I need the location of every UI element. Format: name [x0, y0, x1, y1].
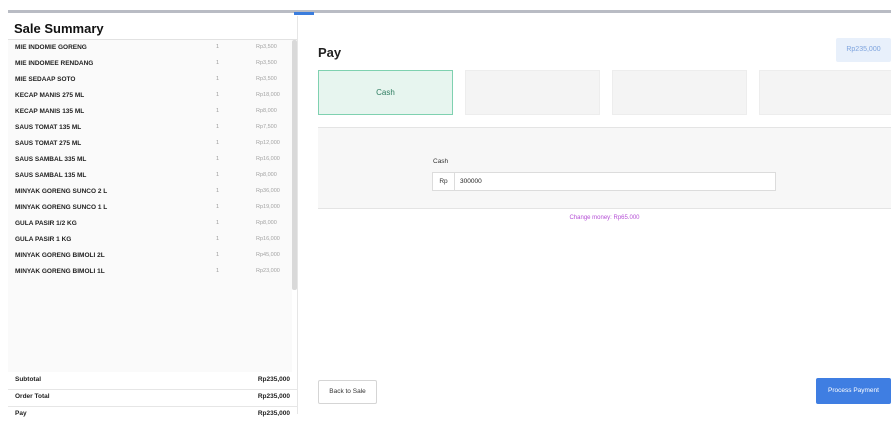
- amount-due-badge: Rp235,000: [836, 38, 891, 62]
- cash-amount-input[interactable]: Rp 300000: [432, 172, 776, 191]
- item-quantity: 1: [216, 252, 220, 258]
- item-price: Rp3,500: [256, 60, 277, 66]
- payment-method-option[interactable]: [759, 70, 891, 115]
- item-quantity: 1: [216, 92, 220, 98]
- sale-item-row[interactable]: KECAP MANIS 135 ML 1 Rp8,000: [8, 104, 292, 120]
- order-total-row: Order Total Rp235,000: [15, 393, 290, 407]
- item-name: SAUS TOMAT 275 ML: [15, 140, 82, 147]
- item-name: SAUS TOMAT 135 ML: [15, 124, 82, 131]
- payment-method-label: Cash: [376, 88, 395, 97]
- sale-item-row[interactable]: MIE SEDAAP SOTO 1 Rp3,500: [8, 72, 292, 88]
- cash-payment-form: Cash Rp 300000 Change money: Rp65.000: [318, 127, 891, 229]
- item-quantity: 1: [216, 108, 220, 114]
- item-price: Rp36,000: [256, 188, 280, 194]
- item-name: MINYAK GORENG SUNCO 2 L: [15, 188, 108, 195]
- item-price: Rp45,000: [256, 252, 280, 258]
- currency-prefix: Rp: [433, 173, 455, 190]
- item-name: SAUS SAMBAL 135 ML: [15, 172, 87, 179]
- sale-item-row[interactable]: KECAP MANIS 275 ML 1 Rp18,000: [8, 88, 292, 104]
- sale-item-row[interactable]: SAUS SAMBAL 135 ML 1 Rp8,000: [8, 168, 292, 184]
- item-price: Rp3,500: [256, 44, 277, 50]
- top-scroll-track: [8, 10, 891, 13]
- back-to-sale-button[interactable]: Back to Sale: [318, 380, 377, 404]
- item-price: Rp23,000: [256, 268, 280, 274]
- sale-item-row[interactable]: SAUS TOMAT 275 ML 1 Rp12,000: [8, 136, 292, 152]
- subtotal-row: Subtotal Rp235,000: [15, 376, 290, 390]
- item-price: Rp3,500: [256, 76, 277, 82]
- item-quantity: 1: [216, 236, 220, 242]
- items-scrollbar[interactable]: [292, 40, 297, 290]
- divider: [8, 389, 297, 390]
- pay-title: Pay: [318, 45, 342, 60]
- item-quantity: 1: [216, 268, 220, 274]
- item-name: KECAP MANIS 135 ML: [15, 108, 85, 115]
- divider: [8, 406, 297, 407]
- top-bar: [0, 0, 891, 16]
- sale-item-row[interactable]: GULA PASIR 1/2 KG 1 Rp8,000: [8, 216, 292, 232]
- subtotal-value: Rp235,000: [257, 376, 290, 383]
- item-name: GULA PASIR 1/2 KG: [15, 220, 77, 227]
- process-payment-button[interactable]: Process Payment: [816, 378, 891, 404]
- sale-item-row[interactable]: MIE INDOMEE RENDANG 1 Rp3,500: [8, 56, 292, 72]
- top-tab-indicator: [294, 12, 314, 15]
- item-name: MIE INDOMEE RENDANG: [15, 60, 94, 67]
- payment-method-option[interactable]: [465, 70, 600, 115]
- item-price: Rp18,000: [256, 92, 280, 98]
- sale-item-row[interactable]: SAUS TOMAT 135 ML 1 Rp7,500: [8, 120, 292, 136]
- sale-item-row[interactable]: MINYAK GORENG SUNCO 2 L 1 Rp36,000: [8, 184, 292, 200]
- change-money-text: Change money: Rp65.000: [569, 215, 640, 221]
- sale-summary-panel: Sale Summary MIE INDOMIE GORENG 1 Rp3,500 M…: [8, 16, 298, 417]
- item-quantity: 1: [216, 172, 220, 178]
- item-quantity: 1: [216, 188, 220, 194]
- item-name: MINYAK GORENG SUNCO 1 L: [15, 204, 108, 211]
- cash-amount-value[interactable]: 300000: [460, 173, 482, 190]
- item-quantity: 1: [216, 124, 220, 130]
- item-name: MIE INDOMIE GORENG: [15, 44, 87, 51]
- payment-method-cash[interactable]: Cash: [318, 70, 453, 115]
- payment-method-option[interactable]: [612, 70, 747, 115]
- item-quantity: 1: [216, 76, 220, 82]
- sale-item-row[interactable]: MINYAK GORENG BIMOLI 2L 1 Rp45,000: [8, 248, 292, 264]
- sale-item-row[interactable]: MINYAK GORENG SUNCO 1 L 1 Rp19,000: [8, 200, 292, 216]
- item-name: MINYAK GORENG BIMOLI 1L: [15, 268, 105, 275]
- item-name: MIE SEDAAP SOTO: [15, 76, 76, 83]
- sale-item-row[interactable]: MINYAK GORENG BIMOLI 1L 1 Rp23,000: [8, 264, 292, 280]
- item-price: Rp19,000: [256, 204, 280, 210]
- order-total-value: Rp235,000: [257, 393, 290, 400]
- sale-item-row[interactable]: GULA PASIR 1 KG 1 Rp16,000: [8, 232, 292, 248]
- item-price: Rp7,500: [256, 124, 277, 130]
- cash-field-label: Cash: [433, 158, 449, 165]
- item-price: Rp16,000: [256, 236, 280, 242]
- item-price: Rp8,000: [256, 108, 277, 114]
- item-quantity: 1: [216, 60, 220, 66]
- item-quantity: 1: [216, 204, 220, 210]
- item-name: GULA PASIR 1 KG: [15, 236, 72, 243]
- order-total-label: Order Total: [15, 393, 50, 400]
- sale-item-row[interactable]: SAUS SAMBAL 335 ML 1 Rp16,000: [8, 152, 292, 168]
- item-quantity: 1: [216, 140, 220, 146]
- item-quantity: 1: [216, 220, 220, 226]
- item-price: Rp12,000: [256, 140, 280, 146]
- item-quantity: 1: [216, 156, 220, 162]
- change-band: Change money: Rp65.000: [318, 208, 891, 229]
- pay-row: Pay Rp235,000: [15, 410, 290, 424]
- sale-summary-title: Sale Summary: [14, 21, 104, 36]
- item-price: Rp8,000: [256, 220, 277, 226]
- sale-items-list[interactable]: MIE INDOMIE GORENG 1 Rp3,500 MIE INDOMEE RE…: [8, 40, 292, 384]
- sale-item-row[interactable]: MIE INDOMIE GORENG 1 Rp3,500: [8, 40, 292, 56]
- item-price: Rp16,000: [256, 156, 280, 162]
- totals-section: Subtotal Rp235,000 Order Total Rp235,000…: [8, 372, 297, 417]
- item-quantity: 1: [216, 44, 220, 50]
- subtotal-label: Subtotal: [15, 376, 41, 383]
- item-price: Rp8,000: [256, 172, 277, 178]
- item-name: KECAP MANIS 275 ML: [15, 92, 85, 99]
- item-name: SAUS SAMBAL 335 ML: [15, 156, 87, 163]
- item-name: MINYAK GORENG BIMOLI 2L: [15, 252, 105, 259]
